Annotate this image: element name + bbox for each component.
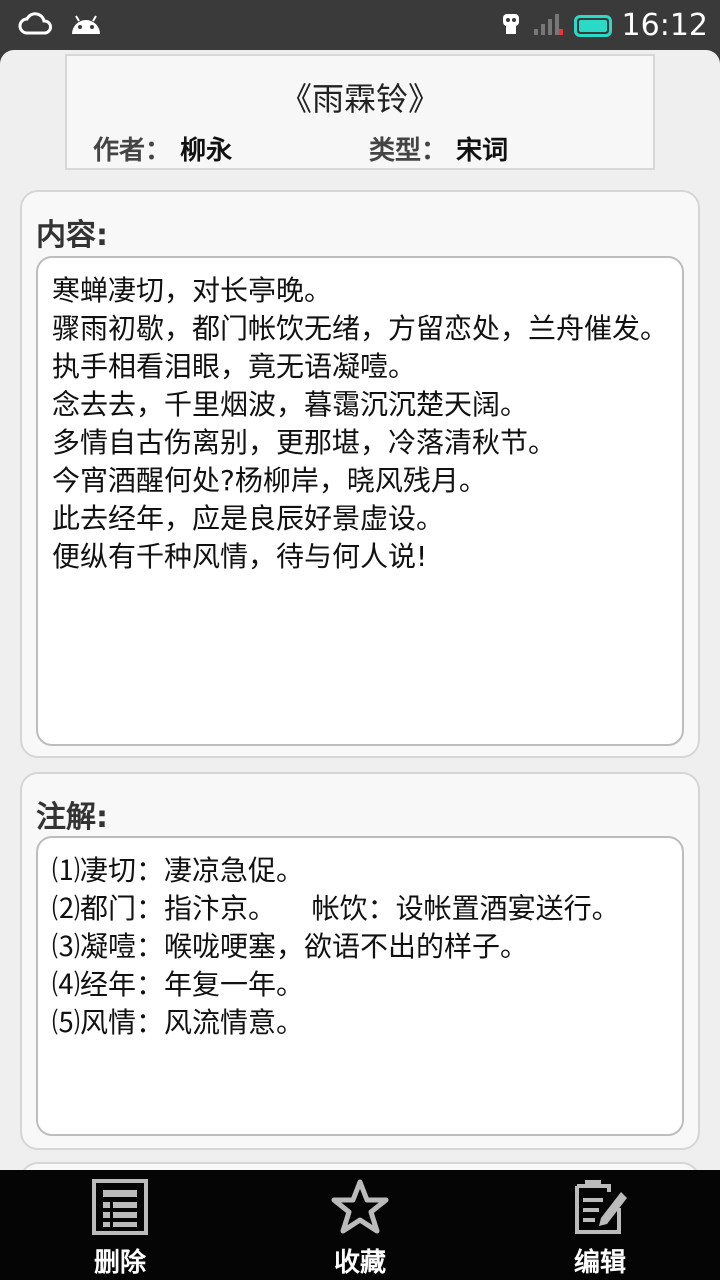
note-line: ⑴凄切：凄凉急促。 — [52, 854, 305, 887]
author-field: 作者： 柳永 — [93, 130, 232, 167]
poem-detail-page: 《雨霖铃》 作者： 柳永 类型： 宋词 内容: 寒蝉凄切，对长亭晚。 骤雨初歇，… — [0, 50, 720, 1170]
edit-label: 编辑 — [573, 1248, 626, 1278]
content-line: 便纵有千种风情，待与何人说! — [52, 540, 428, 573]
note-line: ⑵都门：指汴京。 帐饮：设帐置酒宴送行。 — [52, 892, 620, 925]
note-line: ⑸风情：风流情意。 — [52, 1006, 305, 1039]
content-line: 多情自古伤离别，更那堪，冷落清秋节。 — [52, 426, 557, 459]
delete-label: 删除 — [93, 1248, 146, 1278]
type-label: 类型： — [369, 136, 448, 166]
content-text[interactable]: 寒蝉凄切，对长亭晚。 骤雨初歇，都门帐饮无绪，方留恋处，兰舟催发。 执手相看泪眼… — [36, 256, 684, 746]
poem-header: 《雨霖铃》 作者： 柳永 类型： 宋词 — [65, 54, 655, 170]
type-value: 宋词 — [456, 136, 509, 166]
favorite-button[interactable]: 收藏 — [260, 1170, 460, 1280]
usb-debug-icon — [500, 10, 522, 42]
content-line: 骤雨初歇，都门帐饮无绪，方留恋处，兰舟催发。 — [52, 312, 669, 345]
note-line: ⑷经年：年复一年。 — [52, 968, 305, 1001]
star-icon — [331, 1178, 389, 1236]
poem-title: 《雨霖铃》 — [279, 80, 440, 118]
type-field: 类型： 宋词 — [369, 130, 508, 167]
content-line: 此去经年，应是良辰好景虚设。 — [52, 502, 445, 535]
bottom-action-bar: 删除 收藏 编辑 — [0, 1170, 720, 1280]
delete-button[interactable]: 删除 — [20, 1170, 220, 1280]
signal-icon — [532, 11, 564, 41]
author-label: 作者： — [93, 136, 172, 166]
edit-icon — [571, 1178, 629, 1236]
favorite-label: 收藏 — [333, 1248, 386, 1278]
battery-icon — [573, 14, 612, 37]
content-line: 今宵酒醒何处?杨柳岸，晓风残月。 — [52, 464, 487, 497]
content-line: 念去去，千里烟波，暮霭沉沉楚天阔。 — [52, 388, 529, 421]
status-bar: 16:12 — [0, 0, 720, 50]
next-section — [20, 1162, 700, 1170]
android-icon — [68, 10, 104, 42]
notes-label: 注解: — [36, 800, 108, 835]
content-section: 内容: 寒蝉凄切，对长亭晚。 骤雨初歇，都门帐饮无绪，方留恋处，兰舟催发。 执手… — [20, 190, 700, 758]
content-line: 寒蝉凄切，对长亭晚。 — [52, 274, 333, 307]
clock: 16:12 — [621, 8, 708, 43]
notes-text[interactable]: ⑴凄切：凄凉急促。 ⑵都门：指汴京。 帐饮：设帐置酒宴送行。 ⑶凝噎：喉咙哽塞，… — [36, 836, 684, 1136]
notes-section: 注解: ⑴凄切：凄凉急促。 ⑵都门：指汴京。 帐饮：设帐置酒宴送行。 ⑶凝噎：喉… — [20, 772, 700, 1150]
cloud-icon — [18, 11, 54, 41]
author-value: 柳永 — [180, 136, 233, 166]
content-line: 执手相看泪眼，竟无语凝噎。 — [52, 350, 417, 383]
content-label: 内容: — [36, 218, 108, 253]
note-line: ⑶凝噎：喉咙哽塞，欲语不出的样子。 — [52, 930, 529, 963]
edit-button[interactable]: 编辑 — [500, 1170, 700, 1280]
delete-icon — [91, 1178, 149, 1236]
